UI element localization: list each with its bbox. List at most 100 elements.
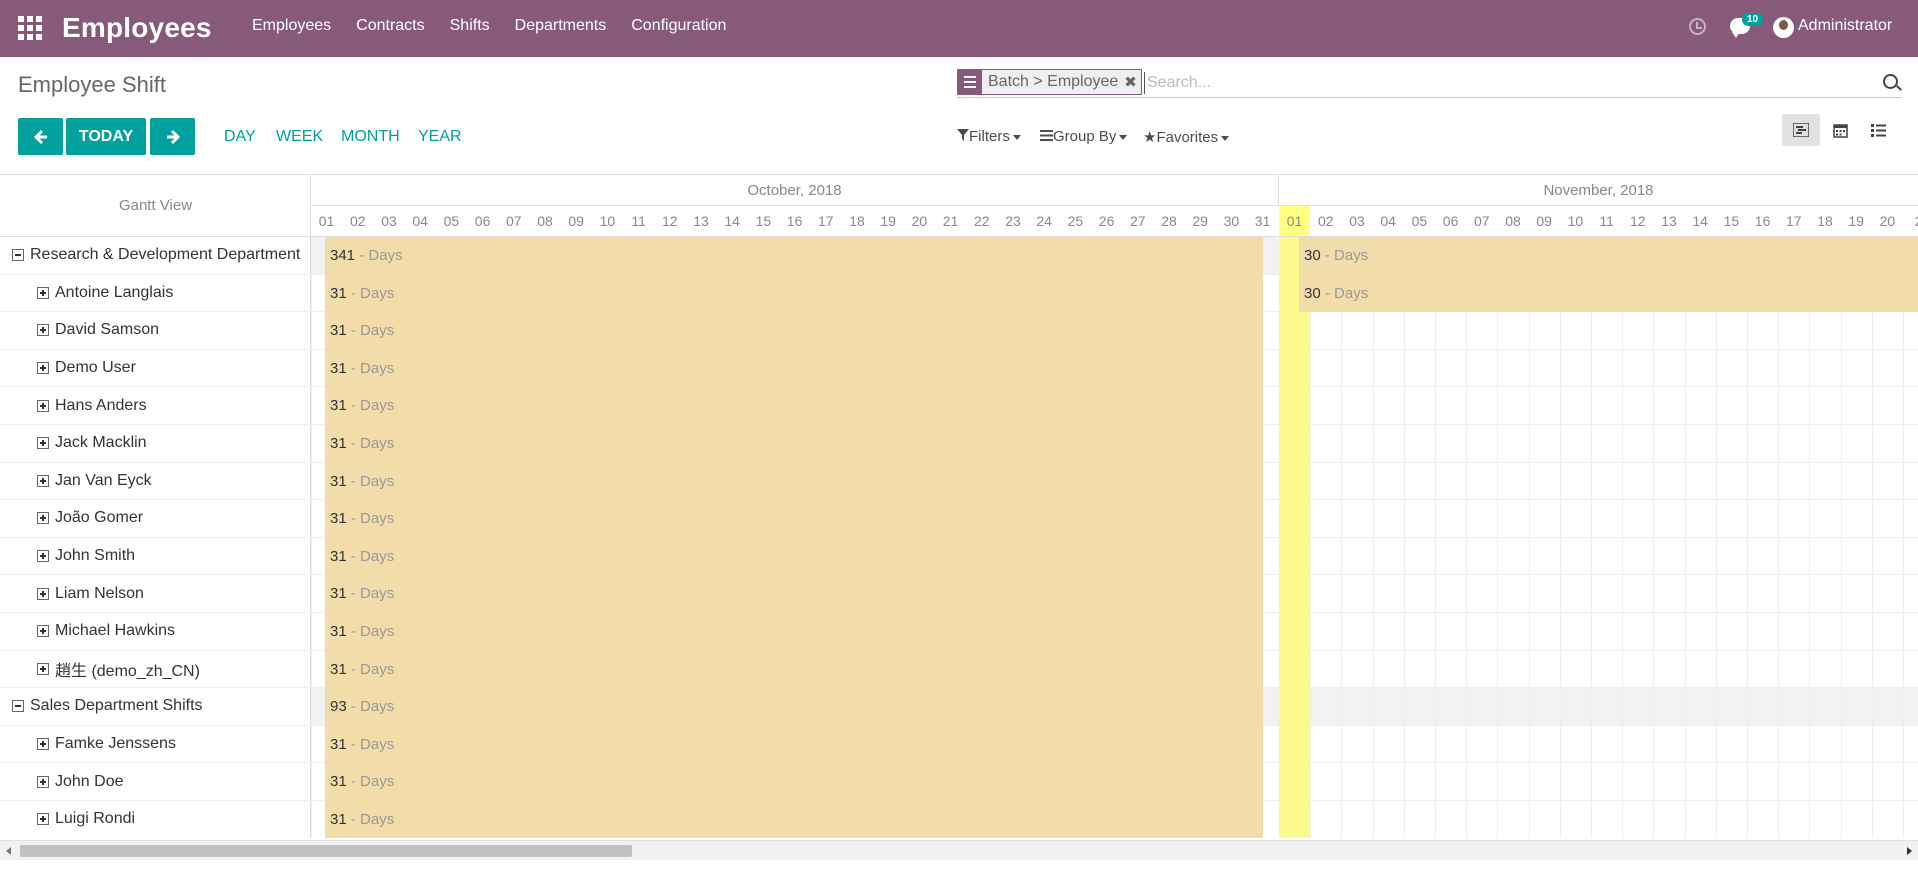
employee-row-label[interactable]: John Smith bbox=[0, 538, 311, 576]
employee-row-label[interactable]: Hans Anders bbox=[0, 387, 311, 425]
gantt-bar-oct[interactable]: 31 - Days bbox=[325, 387, 1263, 425]
day-column[interactable] bbox=[1840, 237, 1872, 838]
today-button[interactable]: TODAY bbox=[66, 118, 146, 155]
gantt-bar-oct[interactable]: 31 - Days bbox=[325, 312, 1263, 350]
day-column[interactable] bbox=[1747, 237, 1778, 838]
gantt-bar-oct[interactable]: 31 - Days bbox=[325, 500, 1263, 538]
gantt-bar-oct[interactable]: 93 - Days bbox=[325, 688, 1263, 726]
expand-icon[interactable] bbox=[37, 399, 49, 412]
gantt-bar-oct[interactable]: 31 - Days bbox=[325, 537, 1263, 576]
day-column[interactable] bbox=[1778, 237, 1809, 838]
expand-icon[interactable] bbox=[37, 437, 49, 450]
search-input[interactable] bbox=[1144, 72, 1864, 94]
day-column[interactable] bbox=[1528, 237, 1560, 838]
gantt-bar-oct[interactable]: 31 - Days bbox=[325, 650, 1263, 689]
expand-icon[interactable] bbox=[37, 775, 49, 788]
day-column[interactable] bbox=[1871, 237, 1903, 838]
employee-row-label[interactable]: Demo User bbox=[0, 350, 311, 388]
menu-shifts[interactable]: Shifts bbox=[450, 17, 490, 35]
day-column[interactable] bbox=[1809, 237, 1840, 838]
employee-row-label[interactable]: 趙生 (demo_zh_CN) bbox=[0, 651, 311, 689]
expand-icon[interactable] bbox=[37, 625, 49, 638]
expand-icon[interactable] bbox=[37, 512, 49, 525]
search-icon[interactable] bbox=[1883, 74, 1898, 89]
day-column[interactable] bbox=[1497, 237, 1528, 838]
expand-icon[interactable] bbox=[37, 362, 49, 375]
gantt-bar-oct[interactable]: 341 - Days bbox=[325, 237, 1263, 275]
activity-clock-icon[interactable] bbox=[1689, 18, 1706, 35]
gantt-bar-oct[interactable]: 31 - Days bbox=[325, 349, 1263, 388]
day-column[interactable] bbox=[1403, 237, 1435, 838]
gantt-bar-oct[interactable]: 31 - Days bbox=[325, 575, 1263, 613]
scroll-right-arrow-icon[interactable] bbox=[1907, 847, 1912, 855]
employee-row-label[interactable]: John Doe bbox=[0, 763, 311, 801]
facet-remove-icon[interactable]: ✖ bbox=[1124, 73, 1141, 91]
menu-departments[interactable]: Departments bbox=[515, 17, 607, 35]
day-column[interactable] bbox=[1653, 237, 1684, 838]
employee-row-label[interactable]: Michael Hawkins bbox=[0, 613, 311, 651]
list-view-button[interactable] bbox=[1859, 114, 1897, 146]
gantt-bar-oct[interactable]: 31 - Days bbox=[325, 801, 1263, 838]
horizontal-scrollbar[interactable] bbox=[0, 840, 1918, 860]
gantt-bar-nov[interactable]: 30 - Days bbox=[1299, 274, 1918, 313]
expand-icon[interactable] bbox=[37, 324, 49, 337]
day-column[interactable] bbox=[1622, 237, 1653, 838]
search-facet[interactable]: Batch > Employee ✖ bbox=[957, 69, 1142, 95]
menu-contracts[interactable]: Contracts bbox=[356, 17, 424, 35]
day-column[interactable] bbox=[1684, 237, 1716, 838]
gantt-bar-oct[interactable]: 31 - Days bbox=[325, 462, 1263, 501]
scale-week-button[interactable]: WEEK bbox=[276, 128, 323, 146]
favorites-dropdown[interactable]: ★Favorites bbox=[1143, 128, 1230, 146]
group-row-label[interactable]: Sales Department Shifts bbox=[0, 688, 311, 726]
gantt-bar-oct[interactable]: 31 - Days bbox=[325, 425, 1263, 463]
gantt-bar-oct[interactable]: 31 - Days bbox=[325, 274, 1263, 313]
next-button[interactable] bbox=[150, 118, 195, 155]
day-column[interactable] bbox=[1591, 237, 1622, 838]
employee-row-label[interactable]: Luigi Rondi bbox=[0, 801, 311, 838]
expand-icon[interactable] bbox=[37, 474, 49, 487]
day-column[interactable] bbox=[1310, 237, 1341, 838]
employee-row-label[interactable]: Liam Nelson bbox=[0, 575, 311, 613]
employee-row-label[interactable]: Jan Van Eyck bbox=[0, 463, 311, 501]
menu-employees[interactable]: Employees bbox=[252, 17, 331, 35]
employee-row-label[interactable]: João Gomer bbox=[0, 500, 311, 538]
day-column[interactable] bbox=[1559, 237, 1591, 838]
expand-icon[interactable] bbox=[37, 738, 49, 751]
user-avatar[interactable] bbox=[1773, 17, 1794, 38]
prev-button[interactable] bbox=[18, 118, 63, 155]
day-column[interactable] bbox=[1372, 237, 1404, 838]
calendar-view-button[interactable] bbox=[1821, 114, 1859, 146]
day-column[interactable] bbox=[1466, 237, 1497, 838]
menu-configuration[interactable]: Configuration bbox=[631, 17, 726, 35]
day-column[interactable] bbox=[1715, 237, 1747, 838]
expand-icon[interactable] bbox=[37, 662, 49, 675]
gantt-view-button[interactable] bbox=[1782, 114, 1820, 146]
expand-icon[interactable] bbox=[37, 813, 49, 826]
gantt-bar-oct[interactable]: 31 - Days bbox=[325, 725, 1263, 764]
employee-row-label[interactable]: Antoine Langlais bbox=[0, 275, 311, 313]
expand-icon[interactable] bbox=[37, 286, 49, 299]
expand-icon[interactable] bbox=[37, 550, 49, 563]
user-menu[interactable]: Administrator bbox=[1798, 17, 1892, 35]
day-column[interactable] bbox=[1435, 237, 1466, 838]
filters-dropdown[interactable]: Filters bbox=[957, 128, 1021, 145]
collapse-icon[interactable] bbox=[12, 249, 24, 262]
apps-menu-icon[interactable] bbox=[18, 16, 42, 40]
scrollbar-thumb[interactable] bbox=[20, 845, 632, 857]
employee-row-label[interactable]: Jack Macklin bbox=[0, 425, 311, 463]
group-row-label[interactable]: Research & Development Department bbox=[0, 237, 311, 275]
scale-month-button[interactable]: MONTH bbox=[341, 128, 400, 146]
gantt-bar-oct[interactable]: 31 - Days bbox=[325, 613, 1263, 651]
scale-day-button[interactable]: DAY bbox=[224, 128, 256, 146]
day-column[interactable] bbox=[1279, 237, 1311, 838]
gantt-bar-oct[interactable]: 31 - Days bbox=[325, 763, 1263, 801]
group-by-dropdown[interactable]: Group By bbox=[1040, 128, 1128, 145]
scale-year-button[interactable]: YEAR bbox=[418, 128, 462, 146]
scroll-left-arrow-icon[interactable] bbox=[6, 847, 11, 855]
employee-row-label[interactable]: David Samson bbox=[0, 312, 311, 350]
day-column[interactable] bbox=[1903, 237, 1918, 838]
gantt-bar-nov[interactable]: 30 - Days bbox=[1299, 237, 1918, 275]
collapse-icon[interactable] bbox=[12, 700, 24, 713]
employee-row-label[interactable]: Famke Jenssens bbox=[0, 726, 311, 764]
expand-icon[interactable] bbox=[37, 587, 49, 600]
